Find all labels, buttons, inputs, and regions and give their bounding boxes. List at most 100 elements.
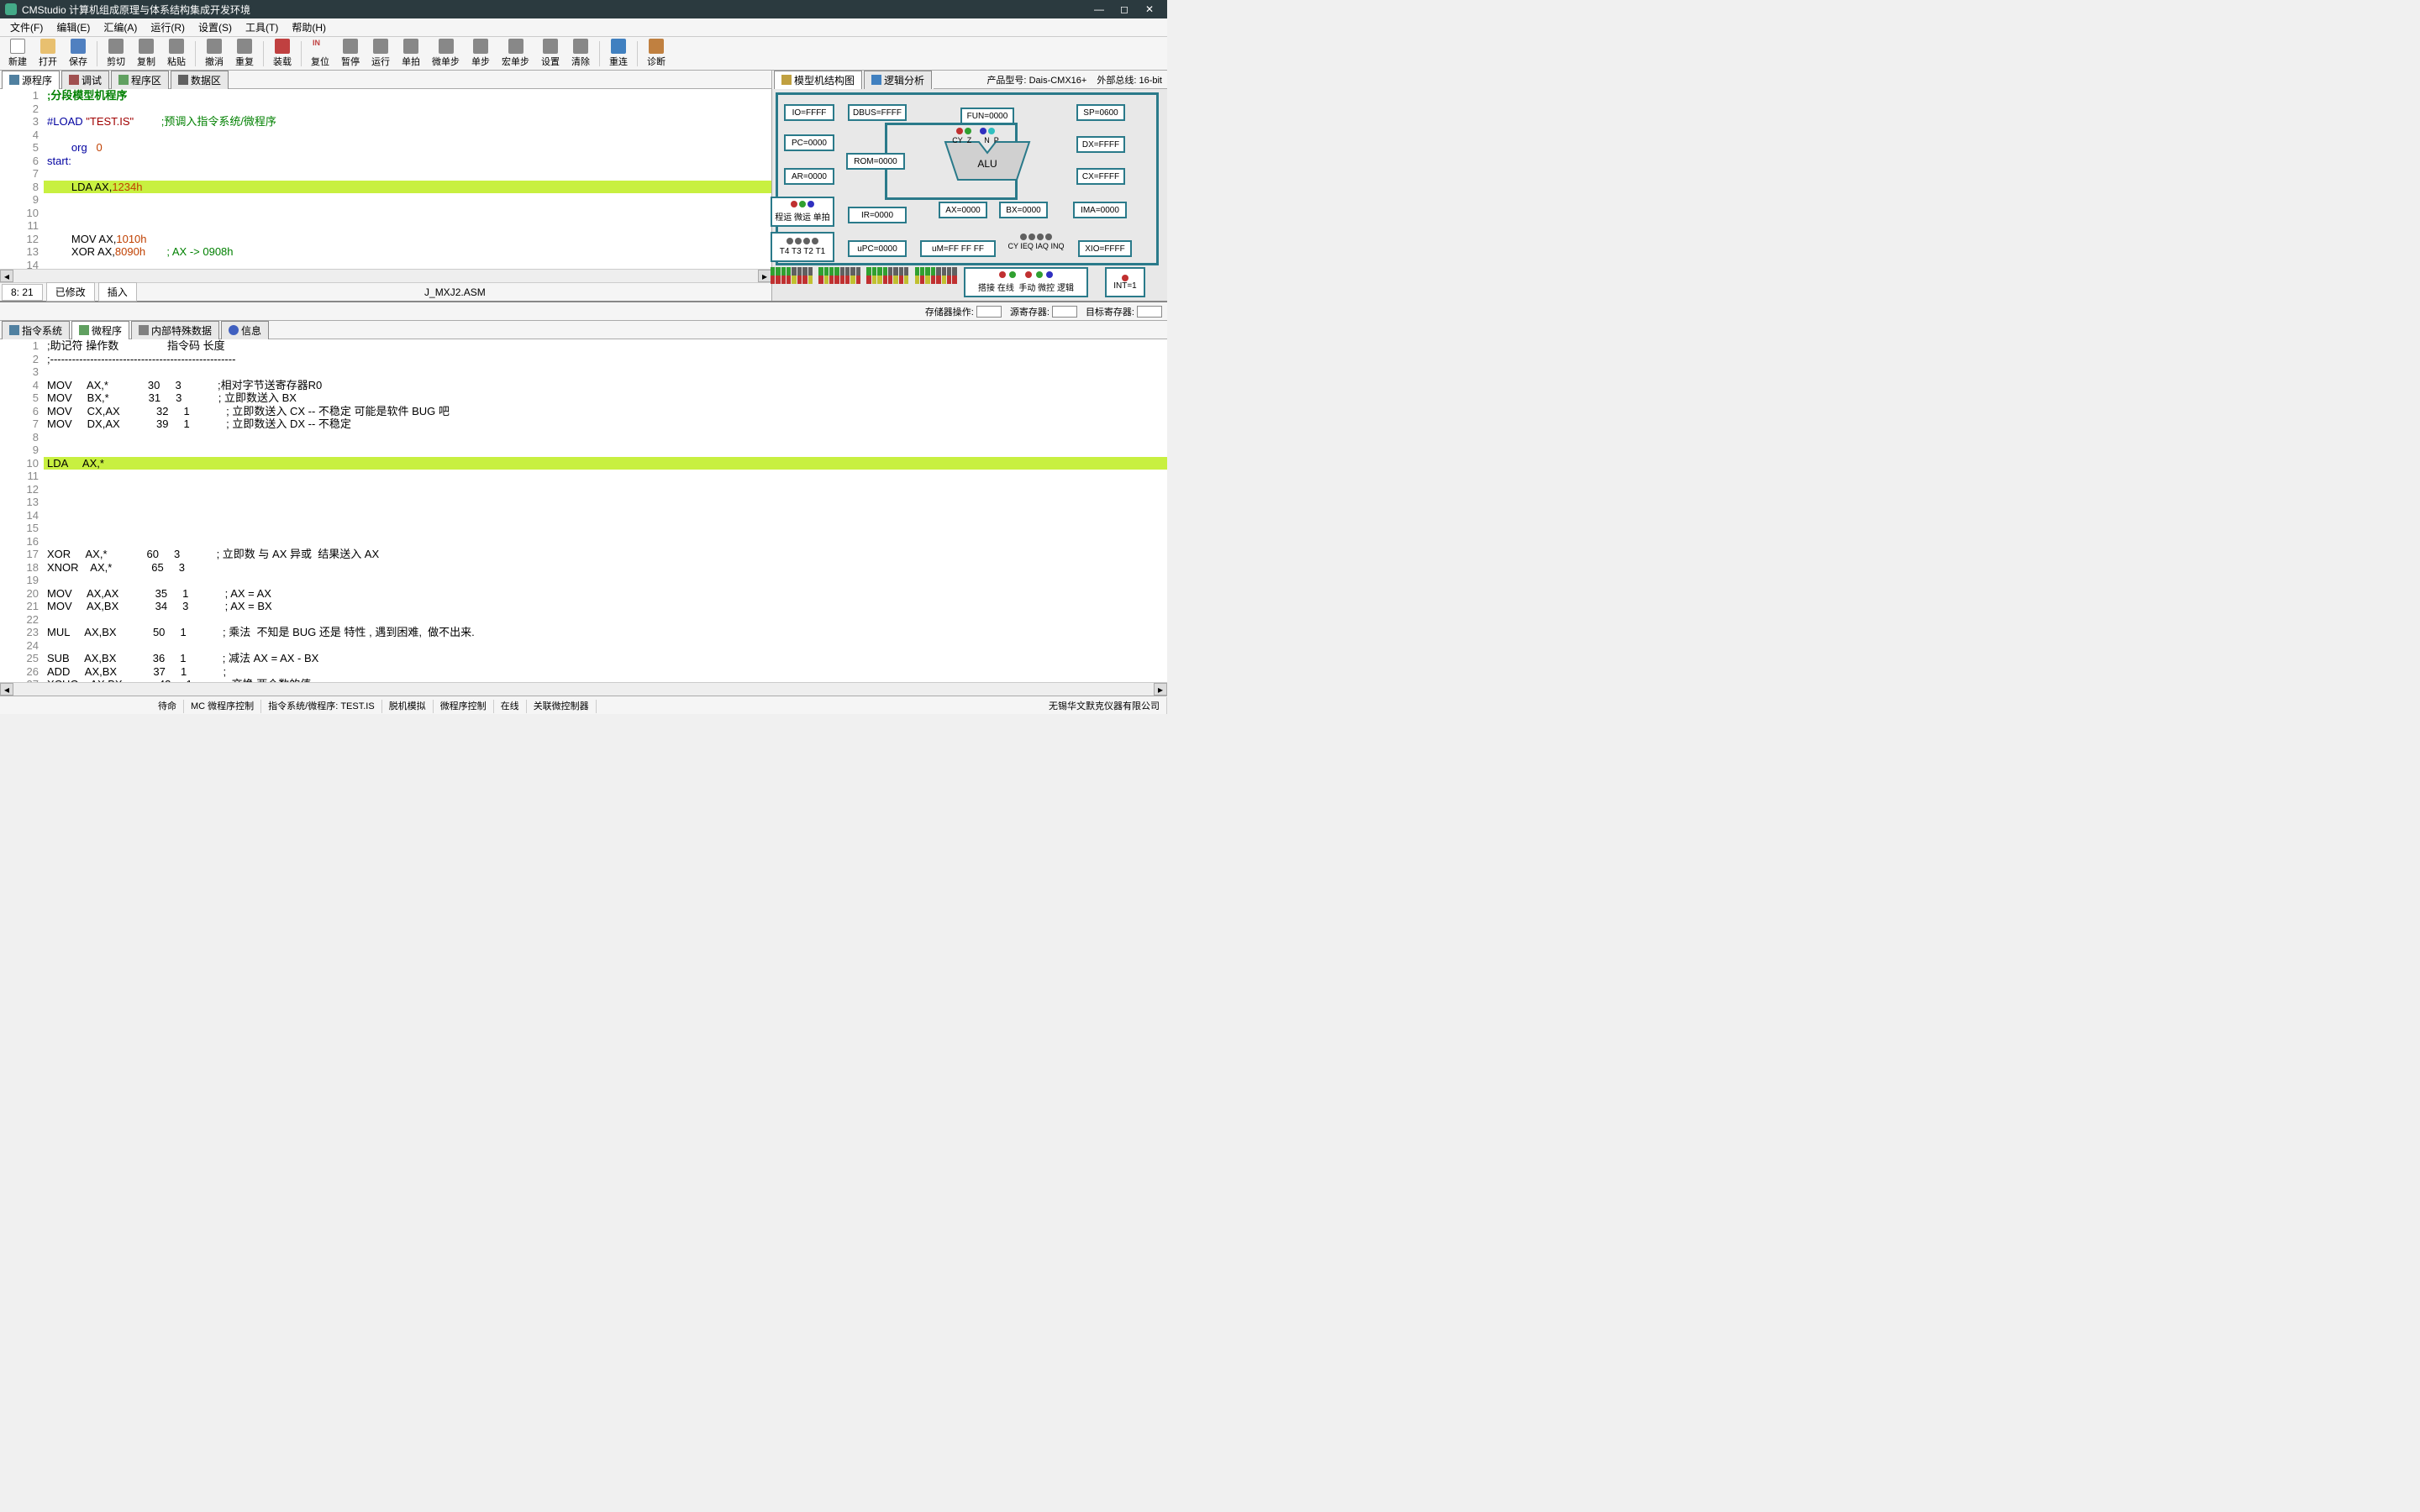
macrostep-button[interactable]: 宏单步 <box>497 38 534 69</box>
rom-register: ROM=0000 <box>846 153 905 170</box>
tab-程序区[interactable]: 程序区 <box>111 71 169 89</box>
titlebar: CMStudio 计算机组成原理与体系结构集成开发环境 — ◻ ✕ <box>0 0 1167 18</box>
struct-icon <box>781 75 792 85</box>
alu-icon: ALU <box>937 138 1038 184</box>
menu-帮助(H)[interactable]: 帮助(H) <box>285 18 333 36</box>
close-button[interactable]: ✕ <box>1137 3 1162 15</box>
logic-icon <box>871 75 881 85</box>
status-在线: 在线 <box>494 700 527 713</box>
open-button[interactable]: 打开 <box>34 38 62 69</box>
app-icon <box>5 3 17 15</box>
save-button[interactable]: 保存 <box>64 38 92 69</box>
cut-icon <box>108 39 124 54</box>
tab-信息[interactable]: 信息 <box>221 321 269 339</box>
ima-register: IMA=0000 <box>1073 202 1127 218</box>
settings-icon <box>543 39 558 54</box>
register-control-bar: 存储器操作: 源寄存器: 目标寄存器: <box>0 302 1167 321</box>
tab-微程序[interactable]: 微程序 <box>71 321 129 339</box>
instruction-system-editor[interactable]: 1234567891011121314151617181920212223242… <box>0 339 1167 682</box>
minimize-button[interactable]: — <box>1086 3 1112 15</box>
run-icon <box>373 39 388 54</box>
company-name: 无锡华文默克仪器有限公司 <box>1042 697 1167 714</box>
info-icon <box>229 325 239 335</box>
menu-文件(F)[interactable]: 文件(F) <box>3 18 50 36</box>
paste-button[interactable]: 粘贴 <box>162 38 191 69</box>
int-indicator: INT=1 <box>1105 267 1145 297</box>
src-reg-field[interactable] <box>1052 306 1077 318</box>
run-button[interactable]: 运行 <box>366 38 395 69</box>
maximize-button[interactable]: ◻ <box>1112 3 1137 15</box>
status-微程序控制: 微程序控制 <box>434 700 494 713</box>
pc-register: PC=0000 <box>784 134 834 151</box>
horizontal-scrollbar[interactable]: ◂ ▸ <box>0 269 771 282</box>
new-button[interactable]: 新建 <box>3 38 32 69</box>
modified-indicator: 已修改 <box>46 282 95 302</box>
tab-数据区[interactable]: 数据区 <box>171 71 229 89</box>
menu-工具(T)[interactable]: 工具(T) <box>239 18 285 36</box>
macrostep-icon <box>508 39 523 54</box>
lower-scrollbar[interactable]: ◂ ▸ <box>0 682 1167 696</box>
cx-register: CX=FFFF <box>1076 168 1125 185</box>
product-model: 产品型号: Dais-CMX16+ <box>981 71 1092 88</box>
current-file: J_MXJ2.ASM <box>139 286 771 298</box>
dbus-register: DBUS=FFFF <box>848 104 907 121</box>
clear-icon <box>573 39 588 54</box>
reconnect-icon <box>611 39 626 54</box>
status-MC 微程序控制: MC 微程序控制 <box>184 700 261 713</box>
status-关联微控制器: 关联微控制器 <box>527 700 597 713</box>
settings-button[interactable]: 设置 <box>536 38 565 69</box>
undo-button[interactable]: 撤消 <box>200 38 229 69</box>
reset-button[interactable]: IN复位 <box>306 38 334 69</box>
tab-指令系统[interactable]: 指令系统 <box>2 321 70 339</box>
singlestep-button[interactable]: 单步 <box>466 38 495 69</box>
scroll-left-icon[interactable]: ◂ <box>0 683 13 696</box>
svg-text:ALU: ALU <box>977 158 997 170</box>
tab-模型机结构图[interactable]: 模型机结构图 <box>774 71 862 89</box>
xio-register: XIO=FFFF <box>1078 240 1132 257</box>
mem-op-field[interactable] <box>976 306 1002 318</box>
prog-icon <box>118 75 129 85</box>
microstep-button[interactable]: 微单步 <box>427 38 465 69</box>
bx-register: BX=0000 <box>999 202 1048 218</box>
tab-逻辑分析[interactable]: 逻辑分析 <box>864 71 932 89</box>
clear-button[interactable]: 清除 <box>566 38 595 69</box>
ir-register: IR=0000 <box>848 207 907 223</box>
control-mode-indicators: 搭接 在线 手动 微控 逻辑 <box>964 267 1088 297</box>
insert-mode: 插入 <box>98 282 137 302</box>
tab-调试[interactable]: 调试 <box>61 71 109 89</box>
menu-设置(S)[interactable]: 设置(S) <box>192 18 239 36</box>
scroll-left-icon[interactable]: ◂ <box>0 270 13 282</box>
redo-icon <box>237 39 252 54</box>
redo-button[interactable]: 重复 <box>230 38 259 69</box>
sp-register: SP=0600 <box>1076 104 1125 121</box>
reset-icon: IN <box>313 39 328 54</box>
dst-reg-label: 目标寄存器: <box>1086 305 1134 318</box>
menu-汇编(A)[interactable]: 汇编(A) <box>97 18 144 36</box>
intern-icon <box>139 325 149 335</box>
new-icon <box>10 39 25 54</box>
undo-icon <box>207 39 222 54</box>
scroll-right-icon[interactable]: ▸ <box>758 270 771 282</box>
menu-运行(R)[interactable]: 运行(R) <box>144 18 192 36</box>
copy-button[interactable]: 复制 <box>132 38 160 69</box>
flags-cy-ieq: CY IEQ IAQ INQ <box>1001 234 1071 250</box>
editor-statusbar: 8: 21 已修改 插入 J_MXJ2.ASM <box>0 282 771 301</box>
dst-reg-field[interactable] <box>1137 306 1162 318</box>
install-button[interactable]: 装载 <box>268 38 297 69</box>
instr-icon <box>9 325 19 335</box>
cursor-position: 8: 21 <box>2 284 43 301</box>
menubar: 文件(F)编辑(E)汇编(A)运行(R)设置(S)工具(T)帮助(H) <box>0 18 1167 37</box>
save-icon <box>71 39 86 54</box>
source-editor[interactable]: 123456789101112131415 ;分段模型机程序 #LOAD "TE… <box>0 89 771 269</box>
pause-button[interactable]: 暂停 <box>336 38 365 69</box>
menu-编辑(E)[interactable]: 编辑(E) <box>50 18 97 36</box>
tab-内部特殊数据[interactable]: 内部特殊数据 <box>131 321 219 339</box>
install-icon <box>275 39 290 54</box>
scroll-right-icon[interactable]: ▸ <box>1154 683 1167 696</box>
diag-icon <box>649 39 664 54</box>
diag-button[interactable]: 诊断 <box>642 38 671 69</box>
tab-源程序[interactable]: 源程序 <box>2 71 60 89</box>
reconnect-button[interactable]: 重连 <box>604 38 633 69</box>
cut-button[interactable]: 剪切 <box>102 38 130 69</box>
step-button[interactable]: 单拍 <box>397 38 425 69</box>
